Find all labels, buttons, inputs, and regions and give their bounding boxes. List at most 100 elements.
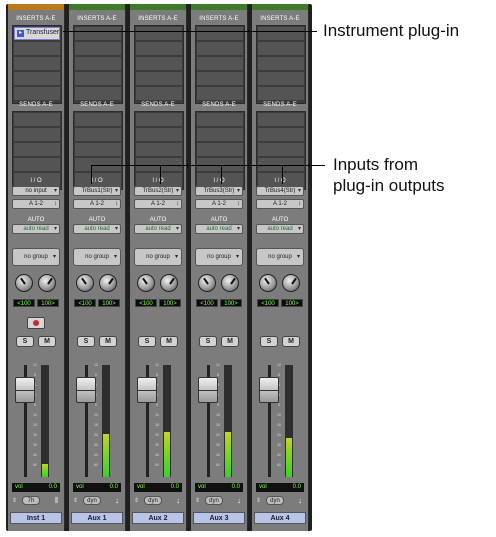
send-slot[interactable] <box>75 113 121 126</box>
volume-fader[interactable] <box>198 377 218 403</box>
pan-knob-right[interactable] <box>38 274 56 292</box>
pan-knob-right[interactable] <box>99 274 117 292</box>
track-name[interactable]: Aux 1 <box>71 512 123 524</box>
group-selector[interactable]: no group ▾ <box>12 248 60 266</box>
volume-readout[interactable]: vol 0.0 <box>12 483 60 492</box>
volume-fader[interactable] <box>259 377 279 403</box>
track-name[interactable]: Inst 1 <box>10 512 62 524</box>
output-selector[interactable]: A 1-2 ↕ <box>134 199 182 209</box>
input-selector[interactable]: TrBus2(Str) ▾ <box>134 186 182 196</box>
pan-knob-left[interactable] <box>198 274 216 292</box>
voice-selector[interactable]: dyn <box>83 496 101 505</box>
pan-knob-left[interactable] <box>137 274 155 292</box>
send-slot[interactable] <box>75 128 121 141</box>
send-slot[interactable] <box>136 128 182 141</box>
track-name[interactable]: Aux 4 <box>254 512 306 524</box>
insert-slot[interactable] <box>14 87 60 100</box>
group-selector[interactable]: no group ▾ <box>73 248 121 266</box>
insert-slot[interactable] <box>136 72 182 85</box>
mute-button[interactable]: M <box>160 336 178 347</box>
automation-mode-selector[interactable]: auto read ▾ <box>134 224 182 234</box>
send-slot[interactable] <box>136 143 182 156</box>
volume-fader[interactable] <box>76 377 96 403</box>
pan-knob-right[interactable] <box>282 274 300 292</box>
insert-slot[interactable] <box>14 57 60 70</box>
record-enable-button[interactable] <box>27 317 45 329</box>
send-slot[interactable] <box>197 128 243 141</box>
automation-mode-selector[interactable]: auto read ▾ <box>256 224 304 234</box>
insert-slot[interactable] <box>136 42 182 55</box>
mute-button[interactable]: M <box>221 336 239 347</box>
group-selector[interactable]: no group ▾ <box>195 248 243 266</box>
pan-knob-left[interactable] <box>259 274 277 292</box>
insert-slot[interactable] <box>197 27 243 40</box>
send-slot[interactable] <box>258 128 304 141</box>
insert-slot[interactable] <box>258 87 304 100</box>
input-selector[interactable]: TrBus1(Str) ▾ <box>73 186 121 196</box>
send-slot[interactable] <box>14 158 60 171</box>
insert-slot[interactable] <box>75 27 121 40</box>
solo-button[interactable]: S <box>77 336 95 347</box>
mute-button[interactable]: M <box>282 336 300 347</box>
send-slot[interactable] <box>258 113 304 126</box>
input-selector[interactable]: TrBus3(Str) ▾ <box>195 186 243 196</box>
voice-selector[interactable]: dyn <box>205 496 223 505</box>
solo-button[interactable]: S <box>16 336 34 347</box>
volume-fader[interactable] <box>15 377 35 403</box>
mute-button[interactable]: M <box>99 336 117 347</box>
group-selector[interactable]: no group ▾ <box>256 248 304 266</box>
insert-slot[interactable] <box>258 57 304 70</box>
volume-readout[interactable]: vol 0.0 <box>195 483 243 492</box>
input-selector[interactable]: TrBus4(Str) ▾ <box>256 186 304 196</box>
insert-slot[interactable] <box>197 57 243 70</box>
automation-mode-selector[interactable]: auto read ▾ <box>195 224 243 234</box>
send-slot[interactable] <box>258 143 304 156</box>
insert-slot[interactable] <box>258 72 304 85</box>
volume-readout[interactable]: vol 0.0 <box>73 483 121 492</box>
voice-selector[interactable]: dyn <box>144 496 162 505</box>
insert-slot[interactable] <box>14 72 60 85</box>
output-selector[interactable]: A 1-2 ↕ <box>256 199 304 209</box>
output-selector[interactable]: A 1-2 ↕ <box>12 199 60 209</box>
solo-button[interactable]: S <box>260 336 278 347</box>
input-selector[interactable]: no input ▾ <box>12 186 60 196</box>
send-slot[interactable] <box>197 143 243 156</box>
send-slot[interactable] <box>197 113 243 126</box>
pan-knob-left[interactable] <box>15 274 33 292</box>
automation-mode-selector[interactable]: auto read ▾ <box>73 224 121 234</box>
pan-knob-right[interactable] <box>221 274 239 292</box>
send-slot[interactable] <box>14 143 60 156</box>
track-name[interactable]: Aux 2 <box>132 512 184 524</box>
insert-slot[interactable] <box>197 87 243 100</box>
solo-button[interactable]: S <box>138 336 156 347</box>
volume-readout[interactable]: vol 0.0 <box>134 483 182 492</box>
insert-slot[interactable] <box>75 72 121 85</box>
insert-slot[interactable] <box>75 87 121 100</box>
send-slot[interactable] <box>75 143 121 156</box>
volume-fader[interactable] <box>137 377 157 403</box>
output-selector[interactable]: A 1-2 ↕ <box>195 199 243 209</box>
pan-knob-right[interactable] <box>160 274 178 292</box>
insert-slot[interactable] <box>136 87 182 100</box>
volume-readout[interactable]: vol 0.0 <box>256 483 304 492</box>
send-slot[interactable] <box>14 128 60 141</box>
insert-slot-filled[interactable]: ▸ Transfuser <box>14 27 60 40</box>
group-selector[interactable]: no group ▾ <box>134 248 182 266</box>
solo-button[interactable]: S <box>199 336 217 347</box>
insert-slot[interactable] <box>75 42 121 55</box>
send-slot[interactable] <box>14 113 60 126</box>
insert-slot[interactable] <box>136 27 182 40</box>
track-name[interactable]: Aux 3 <box>193 512 245 524</box>
voice-selector[interactable]: dyn <box>266 496 284 505</box>
pan-knob-left[interactable] <box>76 274 94 292</box>
insert-slot[interactable] <box>75 57 121 70</box>
insert-slot[interactable] <box>14 42 60 55</box>
automation-mode-selector[interactable]: auto read ▾ <box>12 224 60 234</box>
voice-selector[interactable]: 7h <box>22 496 40 505</box>
send-slot[interactable] <box>136 113 182 126</box>
insert-slot[interactable] <box>136 57 182 70</box>
insert-slot[interactable] <box>197 42 243 55</box>
insert-slot[interactable] <box>197 72 243 85</box>
mute-button[interactable]: M <box>38 336 56 347</box>
output-selector[interactable]: A 1-2 ↕ <box>73 199 121 209</box>
